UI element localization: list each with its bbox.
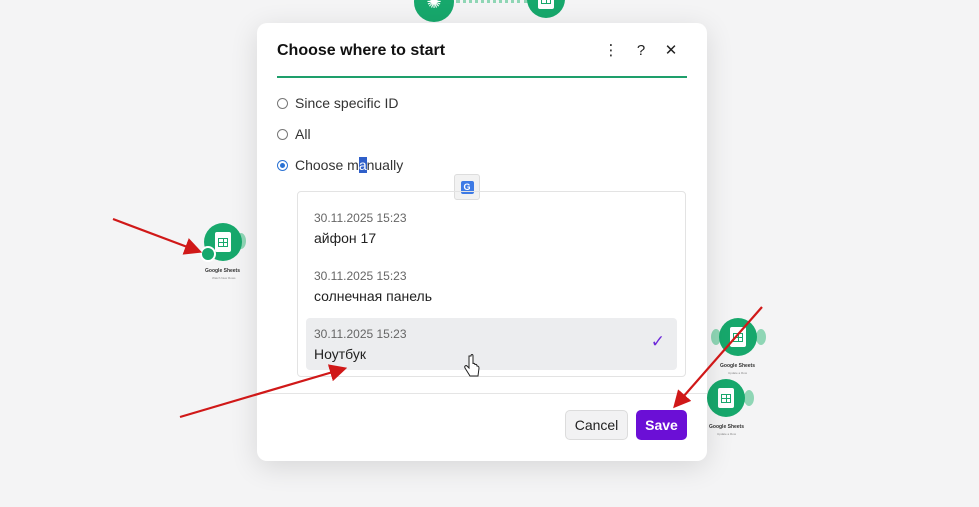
arrow-to-save-button bbox=[673, 306, 763, 409]
arrow-to-trigger-node bbox=[112, 217, 203, 255]
annotation-arrows bbox=[112, 217, 763, 419]
arrow-to-selected-item bbox=[179, 364, 348, 419]
